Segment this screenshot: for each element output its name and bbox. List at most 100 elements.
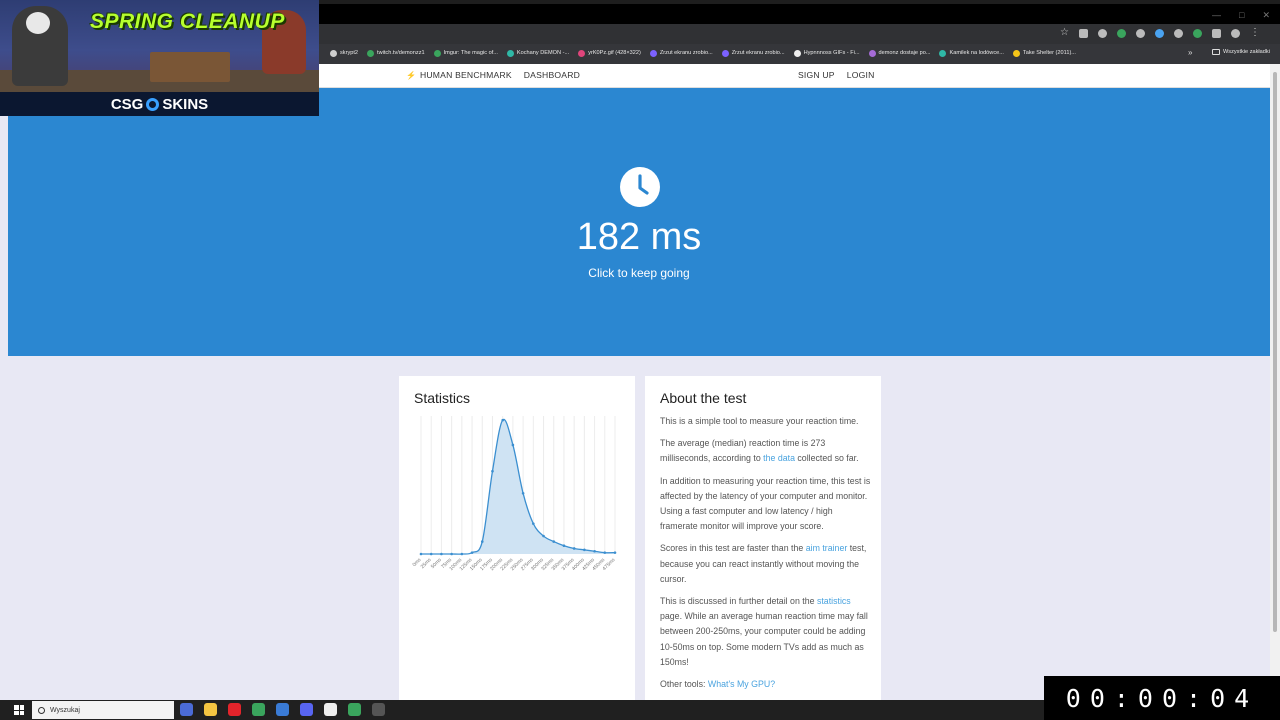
nav-dashboard-link[interactable]: DASHBOARD — [524, 70, 580, 80]
bookmark-item[interactable]: Take Shelter (2011)... — [1012, 48, 1076, 58]
chart-data-point — [542, 534, 545, 538]
bookmark-label: Kochany DEMON -... — [516, 50, 570, 56]
bookmark-favicon-icon — [367, 49, 375, 57]
about-text-span: collected so far. — [794, 453, 859, 464]
taskbar-app-capcut-icon[interactable] — [324, 703, 337, 716]
taskbar-app-opera-icon[interactable] — [228, 703, 241, 716]
taskbar-app-copilot-icon[interactable] — [180, 703, 193, 716]
minimize-icon[interactable]: — — [1212, 10, 1221, 21]
bookmark-item[interactable]: Zrzut ekranu zrobio... — [721, 48, 785, 58]
profile-avatar-icon[interactable] — [1231, 28, 1240, 38]
bookmark-favicon-icon — [939, 49, 947, 57]
taskbar-app-chrome-icon[interactable] — [252, 703, 265, 716]
bookmarks-overflow-icon[interactable]: » — [1188, 48, 1192, 57]
about-text-span: Scores in this test are faster than the — [660, 543, 806, 554]
whats-my-gpu-link[interactable]: What's My GPU? — [708, 679, 775, 689]
statistics-title: Statistics — [414, 390, 471, 406]
extension-icon[interactable] — [1098, 28, 1107, 38]
extension-icon[interactable] — [1155, 28, 1164, 38]
bookmark-item[interactable]: Kochany DEMON -... — [506, 48, 570, 58]
bookmark-item[interactable]: Imgur: The magic of... — [433, 48, 498, 58]
scrollbar-thumb[interactable] — [1273, 72, 1277, 632]
stream-timer: 00:00:04 — [1044, 676, 1280, 720]
search-placeholder: Wyszukaj — [50, 706, 80, 714]
chart-data-point — [532, 522, 535, 525]
folder-icon — [1212, 49, 1220, 55]
statistics-card: Statistics 0ms 25ms 50ms 75ms 100ms 125ms 150m… — [399, 376, 635, 700]
bookmark-item[interactable]: Kamilek na lodówce... — [939, 48, 1004, 58]
chart-data-point — [613, 551, 617, 554]
bookmark-favicon-icon — [330, 49, 337, 57]
menu-kebab-icon[interactable]: ⋮ — [1250, 28, 1260, 38]
window-controls: — □ ✕ — [1212, 10, 1270, 21]
chart-data-point — [429, 552, 433, 556]
bookmark-favicon-icon — [868, 49, 876, 57]
maximize-icon[interactable]: □ — [1239, 10, 1244, 21]
chart-data-point — [521, 491, 525, 495]
extension-icon[interactable] — [1174, 28, 1183, 38]
bookmark-star-icon[interactable]: ☆ — [1060, 28, 1069, 38]
chart-data-point — [603, 551, 607, 554]
page-scrollbar[interactable] — [1270, 64, 1280, 700]
close-icon[interactable]: ✕ — [1262, 10, 1270, 21]
aim-trainer-link[interactable]: aim trainer — [806, 543, 848, 553]
chart-data-point — [501, 418, 504, 422]
chart-data-point — [562, 544, 566, 548]
bookmark-item[interactable]: Hypnnnoss GIFs - Fi... — [793, 48, 860, 58]
taskbar-app-store-icon[interactable] — [276, 703, 289, 716]
about-card: About the test This is a simple tool to … — [645, 376, 881, 700]
bookmark-item[interactable]: yrK0Pz.gif (428×322) — [578, 48, 641, 58]
bookmark-favicon-icon — [433, 49, 441, 57]
chart-data-point — [450, 552, 453, 556]
about-text: This is a simple tool to measure your re… — [660, 414, 872, 699]
about-paragraph: The average (median) reaction time is 27… — [660, 436, 872, 466]
bookmark-label: yrK0Pz.gif (428×322) — [588, 50, 641, 56]
extension-icon[interactable] — [1136, 28, 1145, 38]
chart-data-point — [552, 540, 556, 543]
chart-data-point — [491, 469, 494, 473]
chart-data-point — [583, 548, 586, 552]
other-bookmarks-label: Wszystkie zakładki — [1223, 49, 1270, 55]
nav-brand-link[interactable]: HUMAN BENCHMARK — [420, 70, 512, 80]
bookmark-label: Zrzut ekranu zrobio... — [659, 50, 713, 56]
clock-icon — [620, 167, 660, 207]
about-paragraph: Other tools: What's My GPU? — [660, 677, 872, 692]
bookmark-favicon-icon — [721, 49, 729, 57]
taskbar-app-obs-icon[interactable] — [372, 703, 385, 716]
bookmark-label: skrypt2 — [340, 50, 359, 56]
windows-start-icon[interactable] — [14, 705, 24, 715]
taskbar-search-input[interactable]: Wyszukaj — [32, 701, 174, 719]
bookmark-favicon-icon — [649, 49, 657, 57]
signup-link[interactable]: SIGN UP — [798, 70, 835, 80]
statistics-link[interactable]: statistics — [817, 596, 851, 606]
bookmark-favicon-icon — [506, 49, 514, 57]
brand-right: SKINS — [162, 95, 209, 113]
the-data-link[interactable]: the data — [763, 453, 795, 463]
bookmark-item[interactable]: demonz dostaje po... — [868, 48, 931, 58]
bookmark-label: demonz dostaje po... — [878, 50, 931, 56]
reaction-test-area[interactable]: 182 ms Click to keep going — [8, 88, 1270, 356]
page-viewport: ⚡ HUMAN BENCHMARK DASHBOARD SIGN UP LOGI… — [0, 64, 1270, 700]
bookmark-label: Imgur: The magic of... — [443, 50, 498, 56]
extension-icon[interactable] — [1117, 28, 1126, 38]
chart-data-point — [511, 443, 515, 447]
bookmark-item[interactable]: skrypt2 — [330, 48, 358, 58]
bolt-logo-icon: ⚡ — [406, 70, 416, 80]
nav-left: ⚡ HUMAN BENCHMARK DASHBOARD — [406, 70, 580, 80]
taskbar-app-discord-icon[interactable] — [300, 703, 313, 716]
other-bookmarks-folder[interactable]: Wszystkie zakładki — [1212, 49, 1270, 55]
bookmark-item[interactable]: Zrzut ekranu zrobio... — [649, 48, 713, 58]
extension-icon[interactable] — [1079, 28, 1088, 38]
extension-icon[interactable] — [1193, 28, 1202, 38]
taskbar-app-chrome-2-icon[interactable] — [348, 703, 361, 716]
login-link[interactable]: LOGIN — [847, 70, 875, 80]
bookmark-label: twitch.tv/demonzz1 — [377, 50, 425, 56]
taskbar-app-file-explorer-icon[interactable] — [204, 703, 217, 716]
promo-desk — [150, 52, 230, 82]
bookmark-item[interactable]: twitch.tv/demonzz1 — [367, 48, 425, 58]
bookmark-label: Hypnnnoss GIFs - Fi... — [803, 50, 860, 56]
taskbar-apps — [180, 703, 385, 716]
nav-right: SIGN UP LOGIN — [798, 70, 875, 80]
promo-scene-image: SPRING CLEANUP — [0, 0, 319, 92]
extensions-puzzle-icon[interactable] — [1212, 28, 1221, 38]
